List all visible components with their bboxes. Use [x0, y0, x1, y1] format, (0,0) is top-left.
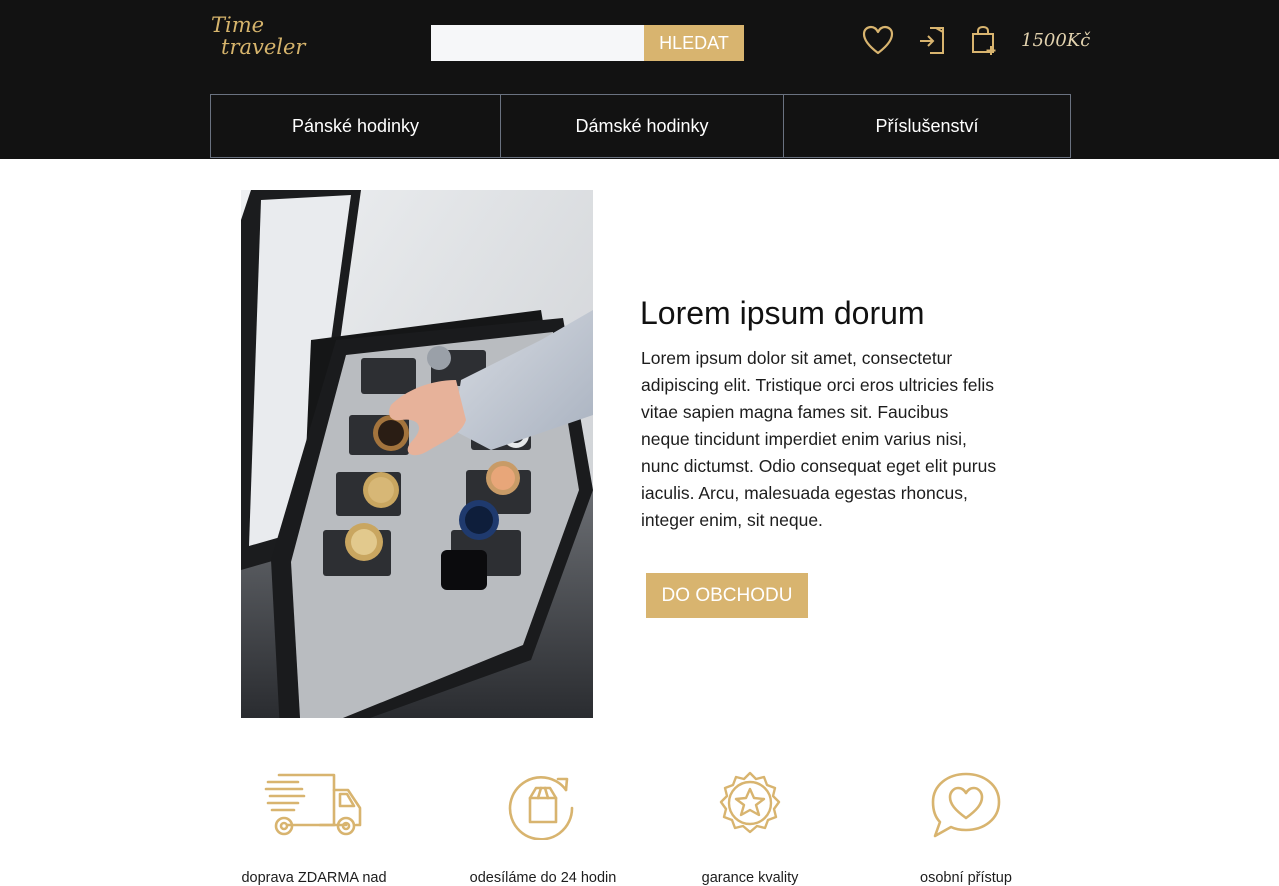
wishlist-button[interactable] — [861, 24, 895, 58]
logo-line1: Time — [211, 13, 265, 37]
logo-line2: traveler — [221, 35, 306, 59]
shop-button[interactable]: DO OBCHODU — [646, 573, 808, 618]
heart-icon — [862, 25, 894, 55]
heart-chat-icon — [931, 772, 1001, 838]
search-input[interactable] — [431, 25, 644, 61]
box-refresh-icon — [508, 776, 574, 840]
feature-label: doprava ZDARMA nad — [241, 870, 387, 886]
feature-label: garance kvality — [701, 870, 799, 886]
hero-image — [241, 190, 593, 718]
cart-button[interactable] — [967, 24, 1001, 58]
logo[interactable]: Time traveler — [211, 13, 306, 59]
nav-item-accessories[interactable]: Příslušenství — [783, 95, 1070, 157]
feature-free-delivery: doprava ZDARMA nad — [204, 770, 424, 886]
feature-personal-approach: osobní přístup — [856, 770, 1076, 886]
cart-total[interactable]: 1500Kč — [1021, 30, 1090, 51]
header: Time traveler HLEDAT 1500Kč Pánské hodin… — [0, 0, 1279, 159]
nav-item-mens-watches[interactable]: Pánské hodinky — [211, 95, 500, 157]
quality-badge-icon — [719, 771, 781, 834]
login-button[interactable] — [916, 24, 950, 58]
shopping-bag-icon — [972, 25, 996, 55]
main-nav: Pánské hodinky Dámské hodinky Příslušens… — [210, 94, 1071, 158]
nav-item-womens-watches[interactable]: Dámské hodinky — [500, 95, 783, 157]
login-icon — [920, 27, 944, 54]
feature-quality-guarantee: garance kvality — [640, 770, 860, 886]
hero-text: Lorem ipsum dolor sit amet, consectetur … — [641, 348, 997, 530]
feature-label: odesíláme do 24 hodin — [469, 870, 617, 886]
search-button[interactable]: HLEDAT — [644, 25, 744, 61]
hero-title: Lorem ipsum dorum — [640, 295, 925, 331]
feature-fast-shipping: odesíláme do 24 hodin — [433, 770, 653, 886]
delivery-truck-icon — [264, 773, 362, 836]
feature-label: osobní přístup — [920, 870, 1012, 886]
